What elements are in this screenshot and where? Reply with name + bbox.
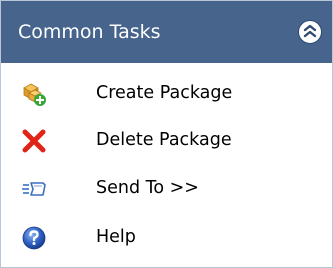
send-to-icon (21, 176, 47, 202)
help-question-icon (21, 225, 47, 251)
red-x-delete-icon (21, 128, 47, 154)
task-label: Create Package (96, 83, 233, 103)
task-send-to[interactable]: Send To >> (1, 164, 332, 212)
task-create-package[interactable]: Create Package (1, 69, 332, 117)
task-delete-package[interactable]: Delete Package (1, 116, 332, 164)
panel-title: Common Tasks (18, 21, 161, 43)
task-label: Help (96, 227, 136, 247)
panel-header[interactable]: Common Tasks (1, 1, 332, 63)
double-chevron-up-icon (303, 24, 317, 38)
common-tasks-panel: Common Tasks Create Package Delete Packa… (0, 0, 333, 268)
task-label: Send To >> (96, 178, 199, 198)
collapse-button[interactable] (298, 20, 322, 44)
package-add-icon (21, 81, 47, 107)
task-help[interactable]: Help (1, 213, 332, 261)
task-label: Delete Package (96, 130, 232, 150)
